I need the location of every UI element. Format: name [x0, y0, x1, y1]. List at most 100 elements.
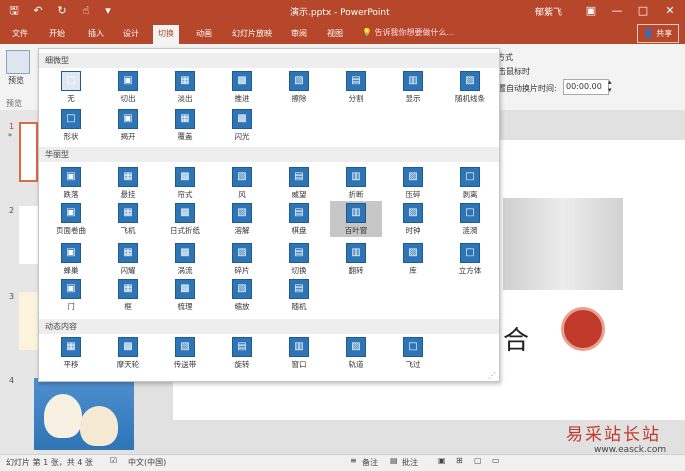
transition-label: 随机	[291, 302, 307, 311]
notes-icon[interactable]: ≡	[350, 456, 357, 465]
transition-option[interactable]: ▥ 窗口	[273, 335, 325, 371]
transition-option[interactable]: ▣ 门	[45, 277, 97, 313]
comments-button[interactable]: 批注	[402, 457, 418, 468]
transition-option[interactable]: ▦ 覆盖	[159, 107, 211, 143]
transition-label: 淡出	[177, 94, 193, 103]
transition-option[interactable]: ▦ 框	[102, 277, 154, 313]
transition-option[interactable]: ▦ 悬挂	[102, 165, 154, 201]
transition-option[interactable]: ▦ 飞机	[102, 201, 154, 237]
transition-option[interactable]: ▥ 翻转	[330, 241, 382, 277]
customize-qat-icon[interactable]: ▾	[100, 3, 116, 19]
transition-option[interactable]: ▩ 闪光	[216, 107, 268, 143]
transition-option[interactable]: ▤ 随机	[273, 277, 325, 313]
transition-option[interactable]: ▩ 日式折纸	[159, 201, 211, 237]
transition-option[interactable]: ▣ 蜂巢	[45, 241, 97, 277]
reading-view-icon[interactable]: ▢	[474, 456, 482, 465]
transition-option[interactable]: ▤ 分割	[330, 69, 382, 105]
transition-label: 闪耀	[120, 266, 136, 275]
transition-option[interactable]: □ 形状	[45, 107, 97, 143]
transition-option[interactable]: □ 立方体	[444, 241, 496, 277]
transition-option[interactable]: □ 涟漪	[444, 201, 496, 237]
thumb-slide-4[interactable]	[34, 378, 134, 450]
transition-option[interactable]: ▥ 折断	[330, 165, 382, 201]
tab-animations[interactable]: 动画	[192, 26, 216, 41]
close-button[interactable]: ✕	[655, 0, 685, 22]
transition-option[interactable]: ▩ 梳理	[159, 277, 211, 313]
transition-option[interactable]: ▤ 威望	[273, 165, 325, 201]
thumb-slide-1[interactable]	[19, 122, 38, 182]
transition-icon: ▧	[232, 243, 252, 263]
transition-option[interactable]: ▥ 百叶窗	[330, 201, 382, 237]
undo-icon[interactable]: ↶	[30, 3, 46, 19]
transition-option[interactable]: ▦ 闪耀	[102, 241, 154, 277]
tab-insert[interactable]: 插入	[84, 26, 108, 41]
transition-option[interactable]: ▥ 显示	[387, 69, 439, 105]
notes-button[interactable]: 备注	[362, 457, 378, 468]
transition-option[interactable]: ▦ 平移	[45, 335, 97, 371]
transition-option[interactable]: ▨ 库	[387, 241, 439, 277]
transition-option[interactable]: ▩ 推进	[216, 69, 268, 105]
preview-icon[interactable]	[6, 50, 30, 74]
transition-option[interactable]: ▨ 轨道	[330, 335, 382, 371]
redo-icon[interactable]: ↻	[54, 3, 70, 19]
transition-option[interactable]: ▩ 涡流	[159, 241, 211, 277]
transition-option[interactable]: ▣ 跌落	[45, 165, 97, 201]
transition-option[interactable]: ▣ 切出	[102, 69, 154, 105]
transition-option[interactable]: ▤ 棋盘	[273, 201, 325, 237]
transition-option[interactable]: ▦ 淡出	[159, 69, 211, 105]
transition-option[interactable]: □ 剥离	[444, 165, 496, 201]
transition-option[interactable]: ▧ 缩放	[216, 277, 268, 313]
transition-label: 飞机	[120, 226, 136, 235]
tab-design[interactable]: 设计	[119, 26, 143, 41]
after-time-input[interactable]: 00:00.00	[563, 79, 609, 95]
tab-review[interactable]: 审阅	[287, 26, 311, 41]
time-spinner-icon[interactable]: ▴ ▾	[608, 78, 612, 94]
resize-grip-icon[interactable]: ⋰	[488, 371, 496, 380]
transition-option[interactable]: □ 飞过	[387, 335, 439, 371]
comments-icon[interactable]: ▤	[390, 456, 398, 465]
tab-view[interactable]: 视图	[323, 26, 347, 41]
tell-me-input[interactable]: 💡 告诉我你想要做什么...	[362, 27, 454, 38]
thumb-slide-2[interactable]	[19, 206, 38, 264]
tab-home[interactable]: 开始	[45, 26, 69, 41]
transition-option[interactable]: ▤ 旋转	[216, 335, 268, 371]
tab-transitions[interactable]: 切换	[153, 25, 179, 44]
transition-label: 日式折纸	[170, 226, 200, 235]
transition-option[interactable]: □ 无	[45, 69, 97, 105]
transition-option[interactable]: ▣ 页面卷曲	[45, 201, 97, 237]
thumb-slide-3[interactable]	[19, 292, 38, 350]
touch-mode-icon[interactable]: ☝	[78, 3, 94, 19]
transition-option[interactable]: ▩ 帘式	[159, 165, 211, 201]
share-button[interactable]: 👤 共享	[637, 24, 679, 43]
transition-option[interactable]: ▨ 压碎	[387, 165, 439, 201]
slideshow-icon[interactable]: ▭	[492, 456, 500, 465]
transition-option[interactable]: ▤ 切换	[273, 241, 325, 277]
transition-option[interactable]: ▨ 时钟	[387, 201, 439, 237]
transition-option[interactable]: ▧ 风	[216, 165, 268, 201]
user-name[interactable]: 郁紫飞	[535, 5, 562, 18]
transition-option[interactable]: ▧ 碎片	[216, 241, 268, 277]
transition-option[interactable]: ▩ 摩天轮	[102, 335, 154, 371]
spellcheck-icon[interactable]: ☑	[110, 456, 117, 465]
tell-me-text: 告诉我你想要做什么...	[374, 28, 455, 37]
slide-sorter-icon[interactable]: ⊞	[456, 456, 463, 465]
tab-slideshow[interactable]: 幻灯片放映	[228, 26, 276, 41]
preview-button-label[interactable]: 预览	[8, 75, 24, 86]
transition-label: 涟漪	[462, 226, 478, 235]
transition-option[interactable]: ▧ 传送带	[159, 335, 211, 371]
transition-icon: ▧	[232, 279, 252, 299]
maximize-button[interactable]: □	[628, 0, 658, 22]
transition-label: 帘式	[177, 190, 193, 199]
transition-option[interactable]: ▣ 揭开	[102, 107, 154, 143]
tab-file[interactable]: 文件	[8, 26, 32, 41]
transition-label: 碎片	[234, 266, 250, 275]
transition-icon: ▤	[289, 279, 309, 299]
language-indicator[interactable]: 中文(中国)	[128, 457, 166, 468]
transition-option[interactable]: ▧ 溶解	[216, 201, 268, 237]
transition-option[interactable]: ▨ 随机线条	[444, 69, 496, 105]
normal-view-icon[interactable]: ▣	[438, 456, 446, 465]
transition-option[interactable]: ▧ 擦除	[273, 69, 325, 105]
save-icon[interactable]: 🖫	[6, 3, 22, 19]
transition-label: 压碎	[405, 190, 421, 199]
after-time-label[interactable]: 设置自动换片时间:	[490, 83, 557, 94]
